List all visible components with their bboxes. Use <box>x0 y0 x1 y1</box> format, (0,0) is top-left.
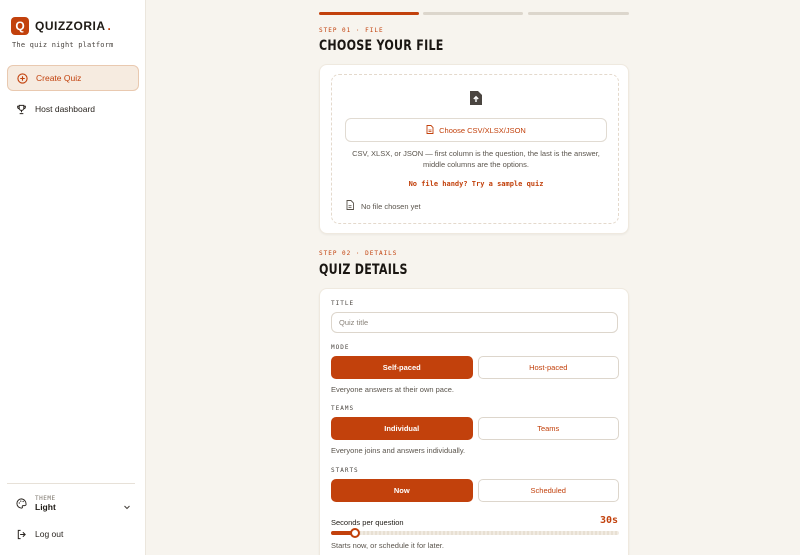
file-format-description: CSV, XLSX, or JSON — first column is the… <box>352 149 600 169</box>
seconds-per-question-value: 30s <box>599 515 618 526</box>
sidebar-item-label: Create Quiz <box>36 73 82 83</box>
step1-eyebrow: STEP 01 · FILE <box>319 27 384 34</box>
teams-help: Everyone joins and answers individually. <box>331 446 466 455</box>
brand-logo: Q <box>11 17 29 35</box>
slider-thumb[interactable] <box>350 528 360 538</box>
trophy-icon <box>15 103 27 115</box>
step2-title: QUIZ DETAILS <box>319 262 408 278</box>
file-status: No file chosen yet <box>346 200 421 212</box>
teams-label: TEAMS <box>331 405 355 412</box>
teams-toggle: Individual Teams <box>331 417 619 440</box>
main-content: STEP 01 · FILE CHOOSE YOUR FILE Choose C… <box>146 0 800 555</box>
sidebar-divider <box>7 483 135 484</box>
mode-toggle: Self-paced Host-paced <box>331 356 619 379</box>
brand-name: QUIZZORIA <box>35 19 106 33</box>
starts-toggle: Now Scheduled <box>331 479 619 502</box>
mode-self-paced-button[interactable]: Self-paced <box>331 356 473 379</box>
file-dropzone[interactable]: Choose CSV/XLSX/JSON CSV, XLSX, or JSON … <box>331 74 619 224</box>
step2-eyebrow: STEP 02 · DETAILS <box>319 250 398 257</box>
teams-teams-button[interactable]: Teams <box>477 417 619 440</box>
sidebar-item-host-dashboard[interactable]: Host dashboard <box>7 96 139 122</box>
theme-selector[interactable]: THEME Light <box>15 490 133 516</box>
theme-value: Light <box>35 501 56 512</box>
seconds-per-question-slider[interactable] <box>331 528 619 538</box>
chevron-down-icon <box>123 498 131 516</box>
file-status-text: No file chosen yet <box>361 201 421 211</box>
sidebar: Q QUIZZORIA . The quiz night platform Cr… <box>0 0 146 555</box>
logout-label: Log out <box>35 529 64 539</box>
starts-help: Starts now, or schedule it for later. <box>331 541 444 550</box>
progress-step-3 <box>528 12 629 15</box>
teams-individual-button[interactable]: Individual <box>331 417 473 440</box>
choose-file-button[interactable]: Choose CSV/XLSX/JSON <box>345 118 607 142</box>
starts-label: STARTS <box>331 467 359 474</box>
palette-icon <box>15 497 27 509</box>
progress-step-1 <box>319 12 419 15</box>
starts-scheduled-button[interactable]: Scheduled <box>477 479 619 502</box>
details-card: TITLE Quiz title MODE Self-paced Host-pa… <box>319 288 629 555</box>
quiz-title-input[interactable]: Quiz title <box>331 312 618 333</box>
file-upload-icon <box>469 90 483 111</box>
choose-file-label: Choose CSV/XLSX/JSON <box>439 125 526 135</box>
sidebar-item-create-quiz[interactable]: Create Quiz <box>7 65 139 91</box>
step1-title: CHOOSE YOUR FILE <box>319 38 444 54</box>
starts-now-button[interactable]: Now <box>331 479 473 502</box>
sample-quiz-link[interactable]: No file handy? Try a sample quiz <box>332 180 620 188</box>
brand-tagline: The quiz night platform <box>12 41 114 49</box>
logout-button[interactable]: Log out <box>15 528 63 540</box>
theme-label: THEME <box>35 494 56 502</box>
title-label: TITLE <box>331 300 355 307</box>
plus-circle-icon <box>16 72 28 84</box>
mode-help: Everyone answers at their own pace. <box>331 385 454 394</box>
seconds-per-question-label: Seconds per question <box>331 518 404 527</box>
file-icon <box>426 124 434 136</box>
mode-label: MODE <box>331 344 350 351</box>
slider-track <box>331 531 619 535</box>
brand[interactable]: Q QUIZZORIA . <box>11 17 111 35</box>
document-icon <box>346 200 354 212</box>
logout-icon <box>15 528 27 540</box>
brand-dot: . <box>107 19 111 33</box>
progress-step-2 <box>423 12 523 15</box>
file-card: Choose CSV/XLSX/JSON CSV, XLSX, or JSON … <box>319 64 629 234</box>
quiz-title-placeholder: Quiz title <box>339 318 369 327</box>
sidebar-item-label: Host dashboard <box>35 104 96 114</box>
mode-host-paced-button[interactable]: Host-paced <box>477 356 619 379</box>
